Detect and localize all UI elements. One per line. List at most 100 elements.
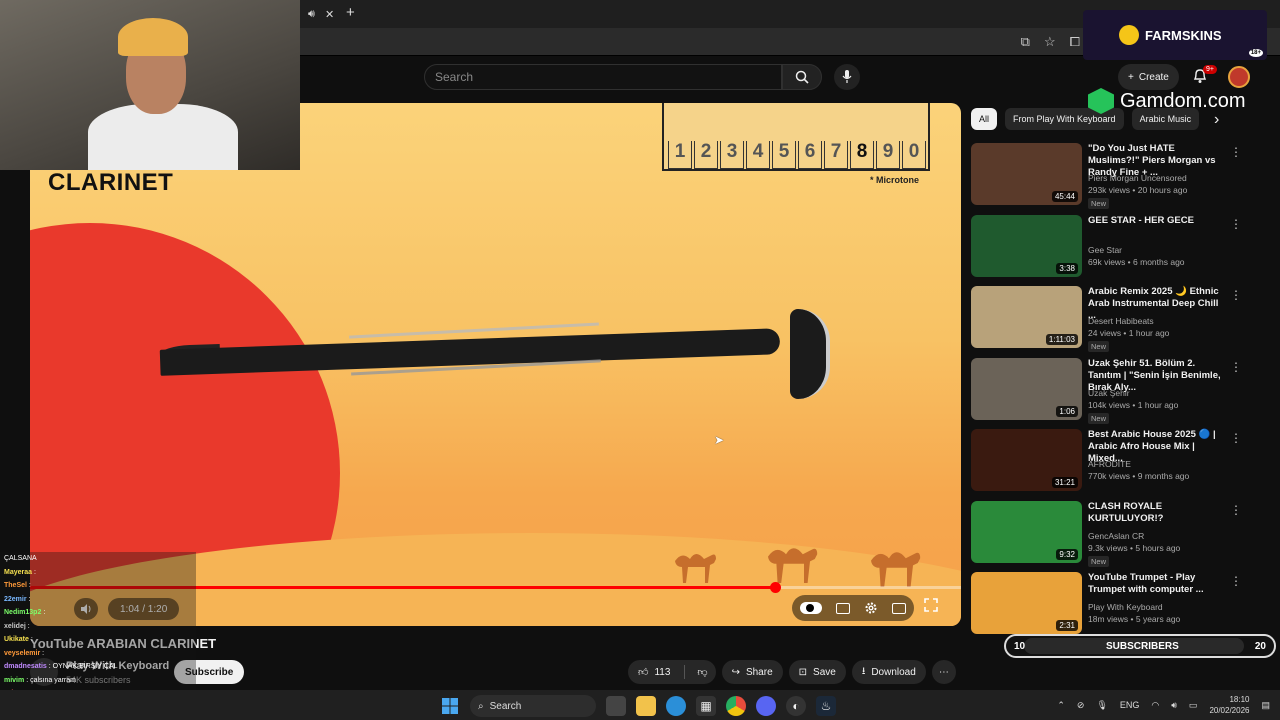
- chat-message: Ukikate :: [0, 633, 196, 647]
- subscriber-goal-label: SUBSCRIBERS: [1106, 641, 1179, 652]
- recommendation-meta: 293k views • 20 hours ago: [1088, 185, 1188, 195]
- recommendation-channel[interactable]: Piers Morgan Uncensored: [1088, 173, 1187, 183]
- more-actions-button[interactable]: ⋯: [931, 660, 956, 684]
- like-button[interactable]: 👍︎ 113 👎︎: [628, 660, 716, 684]
- recommendation-channel[interactable]: AFRODITE: [1088, 459, 1131, 469]
- speaker-icon[interactable]: 🔊︎: [1171, 700, 1177, 711]
- recommendation-channel[interactable]: Desert Habibeats: [1088, 316, 1154, 326]
- tab-close-button[interactable]: ✕: [325, 8, 334, 21]
- more-vertical-icon[interactable]: ⋮: [1230, 288, 1242, 302]
- star-icon[interactable]: ☆: [1044, 34, 1056, 50]
- keyboard-key: 3: [720, 141, 744, 169]
- download-button[interactable]: ⭳ Download: [851, 660, 926, 684]
- farmskins-logo: [1119, 25, 1139, 45]
- video-thumbnail[interactable]: 1:11:03: [971, 286, 1082, 348]
- keyboard-key: 8: [850, 141, 874, 169]
- duration-badge: 9:32: [1056, 548, 1078, 560]
- file-explorer-icon[interactable]: [636, 696, 656, 716]
- miniplayer-icon[interactable]: [892, 602, 906, 614]
- notification-center-icon[interactable]: ▤: [1261, 700, 1270, 711]
- recommendation-item[interactable]: 3:38 GEE STAR - HER GECE Gee Star 69k views…: [971, 214, 1246, 279]
- search-input[interactable]: Search: [424, 64, 782, 90]
- extensions-icon[interactable]: ⧠: [1070, 34, 1080, 50]
- taskbar-search[interactable]: ⌕ Search: [470, 695, 596, 717]
- video-thumbnail[interactable]: 2:31: [971, 572, 1082, 634]
- recommendation-meta: 104k views • 1 hour ago: [1088, 399, 1179, 410]
- save-button[interactable]: ⊡ Save: [788, 660, 846, 684]
- mouse-cursor-icon: ➤: [714, 433, 725, 447]
- discord-icon[interactable]: [756, 696, 776, 716]
- network-off-icon[interactable]: ⊘: [1077, 700, 1085, 711]
- more-vertical-icon[interactable]: ⋮: [1230, 145, 1242, 159]
- battery-icon[interactable]: ▭: [1189, 700, 1198, 711]
- clarinet-bell: [790, 309, 830, 399]
- more-vertical-icon[interactable]: ⋮: [1230, 217, 1242, 231]
- task-view-icon[interactable]: [606, 696, 626, 716]
- chat-text: : çalsına yarram: [26, 676, 76, 684]
- more-vertical-icon[interactable]: ⋮: [1230, 431, 1242, 445]
- recommendation-channel[interactable]: Gee Star: [1088, 245, 1122, 255]
- gamdom-ad: Gamdom.com: [1088, 88, 1246, 114]
- chat-text: :: [33, 568, 36, 576]
- recommendation-item[interactable]: 1:06 Uzak Şehir 51. Bölüm 2. Tanıtım | "S…: [971, 357, 1246, 424]
- new-badge: New: [1088, 555, 1110, 567]
- recommendation-item[interactable]: 9:32 CLASH ROYALE KURTULUYOR!? GencAslan C…: [971, 500, 1246, 567]
- cast-icon[interactable]: ⧉: [1021, 34, 1030, 50]
- recommendation-item[interactable]: 2:31 YouTube Trumpet - Play Trumpet with …: [971, 572, 1246, 636]
- autoplay-toggle[interactable]: [800, 602, 822, 614]
- clock[interactable]: 18:10 20/02/2026: [1209, 694, 1249, 716]
- recommendation-channel[interactable]: GencAslan CR: [1088, 531, 1144, 541]
- speaker-icon[interactable]: 🔊︎: [308, 8, 315, 21]
- chrome-icon[interactable]: [726, 696, 746, 716]
- video-thumbnail[interactable]: 1:06: [971, 357, 1082, 420]
- recommendation-channel[interactable]: Play With Keyboard: [1088, 602, 1163, 612]
- chat-username: 22emir: [4, 595, 27, 603]
- recommendation-item[interactable]: 1:11:03 Arabic Remix 2025 🌙 Ethnic Arab I…: [971, 286, 1246, 352]
- user-avatar[interactable]: [1228, 66, 1250, 88]
- chat-text: : OYNAK BİRŞİY ÇAL: [48, 663, 118, 670]
- keyboard-key: 9: [876, 141, 900, 169]
- wifi-icon[interactable]: ◠: [1151, 700, 1159, 711]
- progress-scrubber[interactable]: [769, 582, 781, 593]
- steam-icon[interactable]: ♨: [816, 696, 836, 716]
- windows-start-icon[interactable]: [440, 696, 460, 716]
- voice-search-button[interactable]: [834, 64, 860, 90]
- streamer-shirt: [88, 104, 238, 170]
- player-controls: [792, 595, 914, 621]
- search-button[interactable]: [782, 64, 822, 90]
- video-player[interactable]: CLARINET 1234567890 * Microtone ➤ 1:04 /…: [30, 103, 961, 626]
- recommendation-title[interactable]: GEE STAR - HER GECE: [1088, 215, 1228, 227]
- chat-text: :: [42, 649, 45, 657]
- video-thumbnail[interactable]: 31:21: [971, 429, 1082, 491]
- more-vertical-icon[interactable]: ⋮: [1230, 574, 1242, 588]
- recommendation-channel[interactable]: Uzak Şehir: [1088, 388, 1130, 398]
- settings-gear-icon[interactable]: [864, 601, 878, 615]
- obs-icon[interactable]: ◐: [786, 696, 806, 716]
- edge-icon[interactable]: [666, 696, 686, 716]
- share-button[interactable]: ↪ Share: [721, 660, 783, 684]
- video-thumbnail[interactable]: 3:38: [971, 214, 1082, 277]
- new-tab-button[interactable]: +: [346, 4, 355, 21]
- filter-chip[interactable]: All: [971, 108, 998, 130]
- recommendation-title[interactable]: CLASH ROYALE KURTULUYOR!?: [1088, 501, 1228, 525]
- duration-badge: 2:31: [1056, 620, 1078, 631]
- browser-tab[interactable]: 🔊︎ ✕: [300, 2, 346, 26]
- language-indicator[interactable]: ENG: [1120, 700, 1140, 710]
- subtitles-icon[interactable]: [836, 602, 850, 614]
- microphone-icon: [842, 70, 852, 83]
- more-vertical-icon[interactable]: ⋮: [1230, 503, 1242, 517]
- recommendation-title[interactable]: YouTube Trumpet - Play Trumpet with comp…: [1088, 572, 1228, 596]
- thumbs-down-icon[interactable]: 👎︎: [697, 666, 707, 678]
- chevron-up-icon[interactable]: ⌃: [1057, 700, 1065, 711]
- create-button[interactable]: + Create: [1118, 64, 1179, 90]
- recommendation-item[interactable]: 31:21 Best Arabic House 2025 🔵 | Arabic A…: [971, 429, 1246, 493]
- share-label: Share: [745, 666, 773, 678]
- recommendation-item[interactable]: 45:44 "Do You Just HATE Muslims?!" Piers …: [971, 143, 1246, 209]
- microphone-icon[interactable]: 🎙︎: [1096, 700, 1107, 711]
- fullscreen-icon[interactable]: [924, 598, 938, 612]
- video-thumbnail[interactable]: 45:44: [971, 143, 1082, 205]
- store-icon[interactable]: ▦: [696, 696, 716, 716]
- more-vertical-icon[interactable]: ⋮: [1230, 360, 1242, 374]
- video-thumbnail[interactable]: 9:32: [971, 500, 1082, 563]
- chat-message: dmadnesatis : OYNAK BİRŞİY ÇAL: [0, 660, 196, 674]
